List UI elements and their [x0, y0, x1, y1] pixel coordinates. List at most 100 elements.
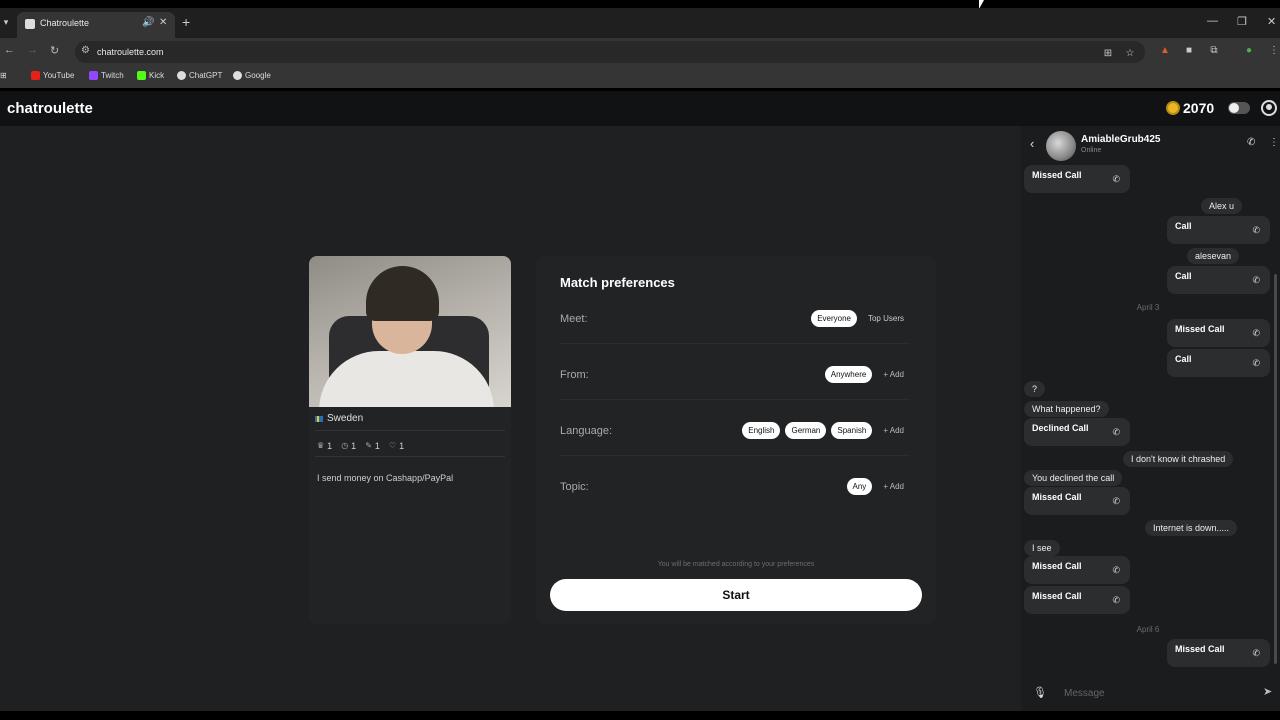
chatroulette-page: chatroulette 2070 Sweden ♛ 1 ◷ 1 ✎ 1 ♡ 1 I s… — [0, 91, 1280, 711]
language-label: Language: — [560, 425, 612, 437]
sweden-flag-icon — [315, 415, 323, 422]
message-input[interactable] — [1056, 680, 1254, 706]
topic-row: Topic: Any + Add — [560, 478, 910, 537]
coin-balance[interactable]: 2070 — [1183, 100, 1214, 116]
message-text: ? — [1032, 384, 1038, 394]
phone-icon[interactable]: ✆ — [1247, 137, 1255, 148]
bookmark-youtube[interactable]: YouTube — [31, 71, 74, 80]
message-text: What happened? — [1032, 404, 1101, 414]
chip-anywhere[interactable]: Anywhere — [824, 366, 873, 383]
apps-grid-icon[interactable]: ⊞ — [0, 71, 7, 80]
add-country-button[interactable]: + Add — [877, 366, 910, 383]
call-message-sent[interactable]: Missed Call ✆ — [1167, 319, 1270, 347]
chat-avatar[interactable] — [1046, 131, 1076, 161]
extensions-puzzle-icon[interactable]: ⧉ — [1208, 45, 1220, 57]
call-label: Call — [1175, 271, 1192, 281]
call-label: Missed Call — [1175, 324, 1225, 334]
url-text: chatroulette.com — [97, 47, 164, 57]
start-button[interactable]: Start — [550, 579, 922, 611]
stat-value: 1 — [399, 441, 405, 451]
stat-item: ♡ 1 — [389, 441, 404, 451]
user-profile-icon[interactable] — [1261, 100, 1277, 116]
chip-everyone[interactable]: Everyone — [811, 310, 857, 327]
tab-search-icon[interactable]: ▾ — [0, 17, 12, 29]
chat-icon: ✎ — [365, 441, 372, 450]
add-topic-button[interactable]: + Add — [877, 478, 910, 495]
message-text: Internet is down..... — [1153, 523, 1230, 533]
bookmark-chatgpt[interactable]: ChatGPT — [177, 71, 222, 80]
message-sent: Alex u — [1201, 198, 1243, 214]
call-message-sent[interactable]: Call ✆ — [1167, 266, 1270, 294]
bookmark-google[interactable]: Google — [233, 71, 271, 80]
chat-panel: ‹ AmiableGrub425 Online ✆ ⋮ Missed Call … — [1021, 126, 1280, 711]
chat-username[interactable]: AmiableGrub425 — [1081, 134, 1160, 145]
maximize-button[interactable]: ❐ — [1237, 15, 1247, 28]
phone-icon: ✆ — [1112, 427, 1120, 437]
message-composer: 🎙 ➤ — [1021, 674, 1280, 711]
stat-value: 1 — [327, 441, 333, 451]
call-label: Missed Call — [1032, 561, 1082, 571]
message-text: I don't know it chrashed — [1131, 454, 1226, 464]
call-message-received[interactable]: Missed Call ✆ — [1024, 165, 1130, 193]
window-close-button[interactable]: ✕ — [1267, 15, 1276, 28]
more-options-icon[interactable]: ⋮ — [1269, 137, 1279, 148]
site-logo[interactable]: chatroulette — [7, 100, 93, 117]
call-message-received[interactable]: Missed Call ✆ — [1024, 586, 1130, 614]
chat-scrollbar[interactable] — [1274, 274, 1277, 664]
call-message-received[interactable]: Declined Call ✆ — [1024, 418, 1130, 446]
bookmark-twitch[interactable]: Twitch — [89, 71, 124, 80]
chip-any[interactable]: Any — [846, 478, 873, 495]
meet-row: Meet: Everyone Top Users — [560, 310, 910, 369]
call-message-received[interactable]: Missed Call ✆ — [1024, 487, 1130, 515]
minimize-button[interactable]: — — [1207, 15, 1218, 27]
new-tab-button[interactable]: + — [182, 14, 190, 30]
tab-title: Chatroulette — [40, 18, 90, 28]
match-hint: You will be matched according to your pr… — [657, 561, 815, 568]
message-text: Alex u — [1209, 201, 1235, 211]
call-message-received[interactable]: Missed Call ✆ — [1024, 556, 1130, 584]
site-info-icon[interactable]: ⚙ — [81, 45, 90, 56]
profile-avatar-icon[interactable]: ● — [1243, 45, 1255, 57]
browser-menu-icon[interactable]: ⋮ — [1268, 45, 1280, 57]
speaker-icon[interactable]: 🔊 — [142, 17, 154, 28]
address-bar[interactable]: ⚙ chatroulette.com ⊞ ☆ — [75, 41, 1145, 63]
language-options: English German Spanish + Add — [742, 422, 910, 439]
extension-icon[interactable]: ▲ — [1159, 45, 1171, 57]
topic-options: Any + Add — [846, 478, 910, 495]
preferences-title: Match preferences — [560, 275, 675, 290]
call-label: Call — [1175, 221, 1192, 231]
translate-icon[interactable]: ⊞ — [1102, 48, 1114, 60]
back-chevron-icon[interactable]: ‹ — [1030, 136, 1034, 151]
bookmark-label: Twitch — [101, 71, 124, 80]
reload-icon[interactable]: ↻ — [50, 44, 59, 57]
close-icon[interactable]: ✕ — [159, 17, 167, 28]
microphone-icon[interactable]: 🎙 — [1033, 686, 1047, 699]
bookmark-star-icon[interactable]: ☆ — [1124, 48, 1136, 60]
extension-icon[interactable]: ■ — [1183, 45, 1195, 57]
bookmark-kick[interactable]: Kick — [137, 71, 164, 80]
message-sent: Internet is down..... — [1145, 520, 1238, 536]
clock-icon: ◷ — [341, 441, 349, 450]
meet-label: Meet: — [560, 313, 588, 325]
call-message-sent[interactable]: Missed Call ✆ — [1167, 639, 1270, 667]
chip-english[interactable]: English — [742, 422, 781, 439]
call-label: Missed Call — [1032, 492, 1082, 502]
profile-stats: ♛ 1 ◷ 1 ✎ 1 ♡ 1 — [317, 441, 404, 451]
forward-arrow-icon[interactable]: → — [27, 44, 38, 56]
send-icon[interactable]: ➤ — [1263, 685, 1272, 698]
divider — [560, 399, 910, 400]
heart-icon: ♡ — [388, 441, 397, 450]
call-message-sent[interactable]: Call ✆ — [1167, 216, 1270, 244]
coin-icon — [1166, 101, 1180, 115]
theme-toggle[interactable] — [1228, 102, 1250, 114]
add-language-button[interactable]: + Add — [877, 422, 910, 439]
phone-icon: ✆ — [1112, 496, 1120, 506]
chip-top-users[interactable]: Top Users — [862, 310, 910, 327]
call-message-sent[interactable]: Call ✆ — [1167, 349, 1270, 377]
chip-german[interactable]: German — [785, 422, 827, 439]
chip-spanish[interactable]: Spanish — [831, 422, 873, 439]
back-arrow-icon[interactable]: ← — [4, 44, 15, 56]
browser-tab[interactable]: Chatroulette 🔊 ✕ — [17, 12, 175, 38]
call-label: Missed Call — [1032, 591, 1082, 601]
phone-icon: ✆ — [1112, 174, 1120, 184]
